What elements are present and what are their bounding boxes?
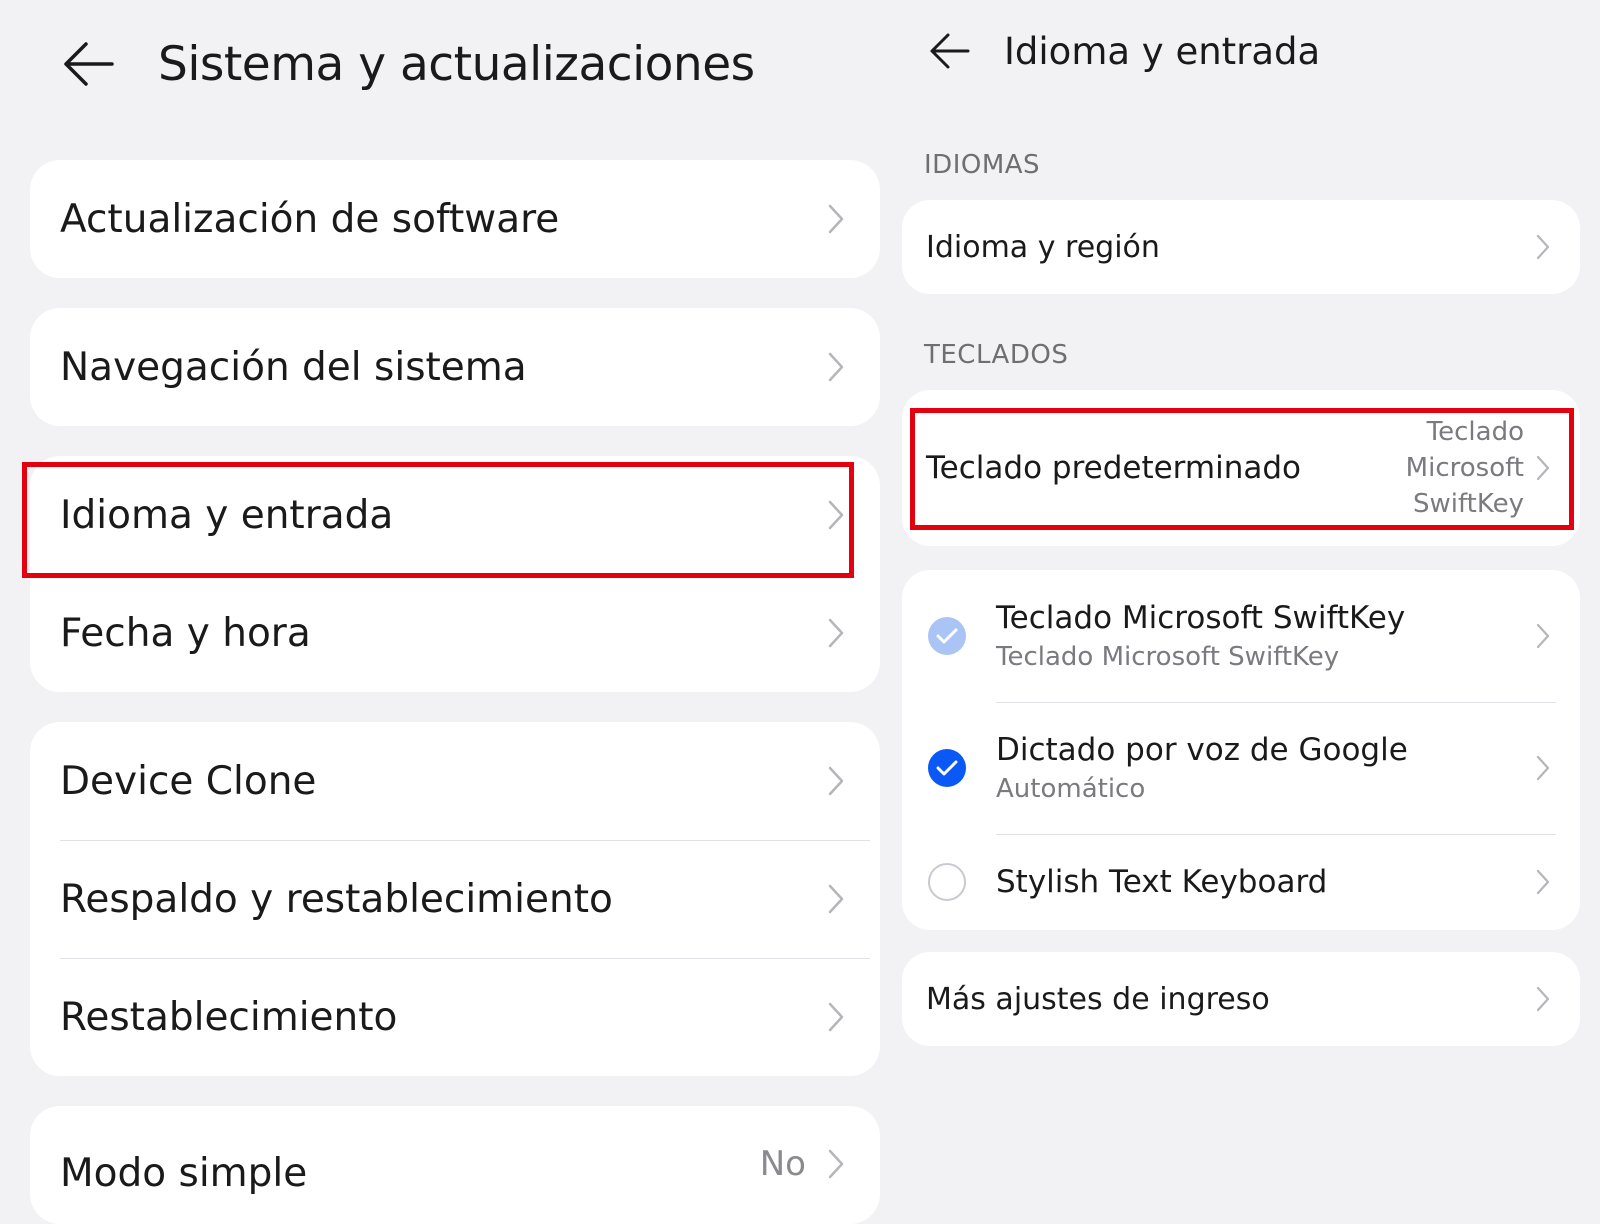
value-line: Microsoft <box>1405 453 1524 483</box>
right-pane: Idioma y entrada IDIOMAS Idioma y región… <box>0 0 1600 1200</box>
chevron-right-icon <box>1536 234 1550 260</box>
chevron-right-icon <box>1536 755 1550 781</box>
page-title: Idioma y entrada <box>1004 29 1321 73</box>
keyboard-item-text: Stylish Text Keyboard <box>996 864 1327 900</box>
keyboard-item-stylish-text[interactable]: Stylish Text Keyboard <box>902 834 1580 930</box>
settings-card-more-input-settings: Más ajustes de ingreso <box>902 952 1580 1046</box>
keyboard-item-text: Dictado por voz de Google Automático <box>996 732 1408 804</box>
chevron-right-icon <box>1536 455 1550 481</box>
keyboard-title: Dictado por voz de Google <box>996 732 1408 768</box>
chevron-right-icon <box>1536 623 1550 649</box>
checkbox-unchecked[interactable] <box>928 863 966 901</box>
keyboard-item-swiftkey[interactable]: Teclado Microsoft SwiftKey Teclado Micro… <box>902 570 1580 702</box>
settings-item-more-input-settings[interactable]: Más ajustes de ingreso <box>902 952 1580 1046</box>
keyboard-title: Stylish Text Keyboard <box>996 864 1328 900</box>
keyboard-item-text: Teclado Microsoft SwiftKey Teclado Micro… <box>996 600 1405 672</box>
section-label-languages: IDIOMAS <box>924 150 1041 180</box>
settings-card-language-region: Idioma y región <box>902 200 1580 294</box>
back-arrow-icon[interactable] <box>928 32 970 70</box>
settings-item-default-keyboard[interactable]: Teclado predeterminado Teclado Microsoft… <box>902 390 1580 546</box>
chevron-right-icon <box>1536 986 1550 1012</box>
keyboard-subtitle: Automático <box>996 774 1146 804</box>
checkmark-icon <box>936 628 958 644</box>
section-label-keyboards: TECLADOS <box>924 340 1069 370</box>
keyboard-subtitle: Teclado Microsoft SwiftKey <box>996 642 1340 672</box>
settings-item-language-region[interactable]: Idioma y región <box>902 200 1580 294</box>
checkbox-checked-disabled <box>928 617 966 655</box>
keyboard-item-google-voice[interactable]: Dictado por voz de Google Automático <box>902 702 1580 834</box>
settings-item-label: Idioma y región <box>926 229 1160 265</box>
keyboard-title: Teclado Microsoft SwiftKey <box>996 600 1406 636</box>
default-keyboard-value: Teclado Microsoft SwiftKey <box>1406 414 1524 522</box>
settings-card-keyboard-list: Teclado Microsoft SwiftKey Teclado Micro… <box>902 570 1580 930</box>
value-line: Teclado <box>1426 417 1524 447</box>
checkbox-checked[interactable] <box>928 749 966 787</box>
right-header: Idioma y entrada <box>928 26 1320 76</box>
settings-card-default-keyboard: Teclado predeterminado Teclado Microsoft… <box>902 390 1580 546</box>
checkmark-icon <box>936 760 958 776</box>
settings-item-label: Más ajustes de ingreso <box>926 981 1270 1017</box>
settings-item-label: Teclado predeterminado <box>926 450 1301 486</box>
value-line: SwiftKey <box>1412 489 1524 519</box>
chevron-right-icon <box>1536 869 1550 895</box>
